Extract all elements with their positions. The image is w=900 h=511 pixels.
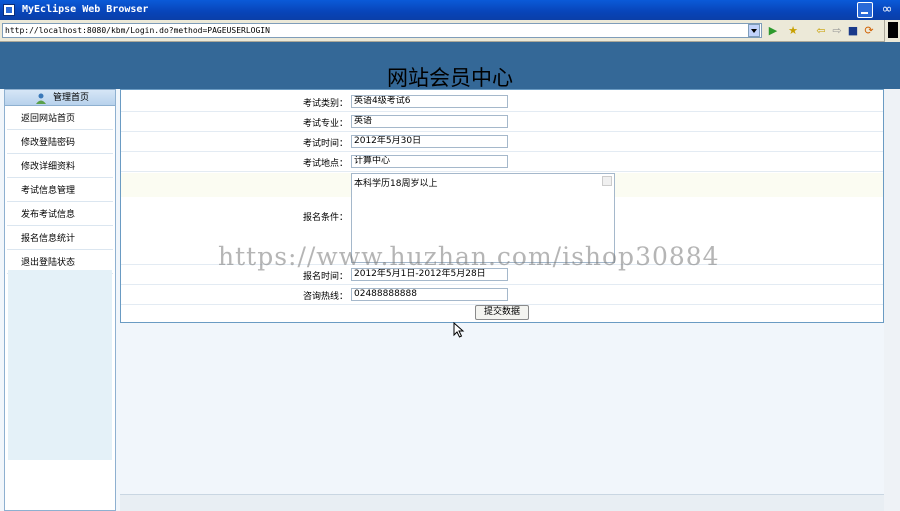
horizontal-scrollbar[interactable] <box>120 494 884 511</box>
exam-type-label: 考试类别： <box>302 99 348 109</box>
conditions-text: 本科学历18周岁以上 <box>354 179 438 189</box>
exam-form: 考试类别： 英语4级考试6 考试专业： 英语 考试时间： 2012年5月30日 … <box>120 89 884 323</box>
conditions-label: 报名条件： <box>302 213 348 223</box>
form-row-exam-type: 考试类别： 英语4级考试6 <box>121 92 883 112</box>
page-right-edge <box>884 89 900 511</box>
minimize-button[interactable] <box>857 2 873 18</box>
sidebar-item-exam-management[interactable]: 考试信息管理 <box>7 180 113 202</box>
window-title: MyEclipse Web Browser <box>22 4 149 15</box>
page-title: 网站会员中心 <box>387 66 513 90</box>
exam-time-label: 考试时间： <box>302 139 348 149</box>
watermark-text: https://www.huzhan.com/ishop30884 <box>218 242 720 271</box>
form-row-exam-major: 考试专业： 英语 <box>121 112 883 132</box>
sidebar-fill <box>8 270 112 460</box>
hotline-label: 咨询热线： <box>302 292 348 302</box>
sidebar-header: 管理首页 <box>5 90 115 106</box>
browser-icon <box>3 4 15 16</box>
form-row-hotline: 咨询热线： 02488888888 <box>121 285 883 305</box>
url-input[interactable]: http://localhost:8080/kbm/Login.do?metho… <box>2 23 762 38</box>
toolbar-edge <box>884 20 900 42</box>
myeclipse-logo-icon: ∞ <box>881 2 893 17</box>
form-row-exam-place: 考试地点： 计算中心 <box>121 152 883 172</box>
back-icon[interactable]: ⇦ <box>814 24 828 38</box>
sidebar-header-label: 管理首页 <box>53 93 90 103</box>
sidebar-item-edit-profile[interactable]: 修改详细资料 <box>7 156 113 178</box>
exam-type-input[interactable]: 英语4级考试6 <box>351 95 508 108</box>
window-titlebar: MyEclipse Web Browser ∞ <box>0 0 900 20</box>
sidebar-item-change-password[interactable]: 修改登陆密码 <box>7 132 113 154</box>
sync-icon[interactable]: ⟳ <box>862 24 876 38</box>
exam-time-input[interactable]: 2012年5月30日 <box>351 135 508 148</box>
page-banner: 网站会员中心 <box>0 42 900 90</box>
sidebar-item-signup-stats[interactable]: 报名信息统计 <box>7 228 113 250</box>
exam-major-input[interactable]: 英语 <box>351 115 508 128</box>
favorites-icon[interactable]: ★ <box>786 24 800 38</box>
exam-place-label: 考试地点： <box>302 159 348 169</box>
web-page: 网站会员中心 管理首页 返回网站首页 修改登陆密码 修改详细资料 考试信息管理 … <box>0 42 900 511</box>
submit-button[interactable]: 提交数据 <box>475 305 529 320</box>
stop-icon[interactable]: ■ <box>846 24 860 38</box>
mouse-cursor-icon <box>453 322 465 338</box>
forward-icon[interactable]: ⇨ <box>830 24 844 38</box>
sidebar-item-home[interactable]: 返回网站首页 <box>7 108 113 130</box>
address-toolbar: http://localhost:8080/kbm/Login.do?metho… <box>0 20 900 42</box>
textarea-scrollbar[interactable] <box>602 176 612 186</box>
url-dropdown-button[interactable] <box>748 24 760 37</box>
go-icon[interactable]: ▶ <box>766 24 780 38</box>
user-icon <box>36 93 46 104</box>
exam-major-label: 考试专业： <box>302 119 348 129</box>
sidebar-menu: 返回网站首页 修改登陆密码 修改详细资料 考试信息管理 发布考试信息 报名信息统… <box>5 106 115 274</box>
hotline-input[interactable]: 02488888888 <box>351 288 508 301</box>
exam-place-input[interactable]: 计算中心 <box>351 155 508 168</box>
sidebar-item-publish-exam[interactable]: 发布考试信息 <box>7 204 113 226</box>
form-row-exam-time: 考试时间： 2012年5月30日 <box>121 132 883 152</box>
